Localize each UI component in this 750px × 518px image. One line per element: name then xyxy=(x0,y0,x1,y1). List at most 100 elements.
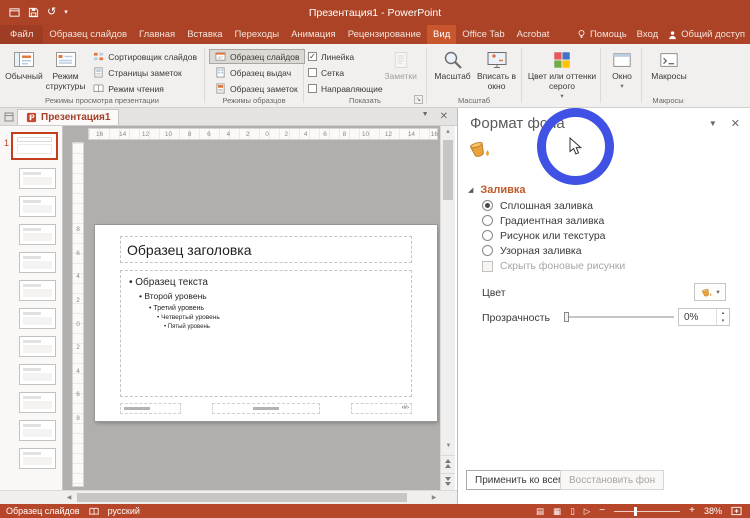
office-tab-menu-icon[interactable] xyxy=(4,112,14,122)
title-placeholder[interactable]: Образец заголовка xyxy=(120,236,412,263)
next-slide-button[interactable] xyxy=(441,473,455,489)
apply-to-all-button[interactable]: Применить ко всем xyxy=(466,470,574,490)
previous-slide-button[interactable] xyxy=(441,455,455,471)
sign-in-button[interactable]: Вход xyxy=(632,25,664,44)
fill-option-4[interactable]: Узорная заливка xyxy=(482,243,606,258)
ribbon-tab-4[interactable]: Переходы xyxy=(229,25,286,44)
fill-section-header[interactable]: ◢ Заливка xyxy=(468,184,526,196)
ribbon-tab-6[interactable]: Рецензирование xyxy=(342,25,427,44)
horizontal-ruler[interactable]: 1614121086420246810121416 xyxy=(88,128,438,140)
slider-thumb[interactable] xyxy=(564,312,569,322)
outline-view-button[interactable]: Режим структуры xyxy=(44,46,87,92)
radio-button-icon[interactable] xyxy=(482,245,493,256)
ribbon-tab-9[interactable]: Acrobat xyxy=(511,25,556,44)
fill-option-3[interactable]: Рисунок или текстура xyxy=(482,228,606,243)
pane-options-icon[interactable]: ▼ xyxy=(709,119,717,128)
body-placeholder[interactable]: • Образец текста • Второй уровень • Третий… xyxy=(120,270,412,397)
color-grayscale-button[interactable]: Цвет или оттенки серого ▾ xyxy=(526,46,598,101)
grid-checkbox[interactable]: Сетка xyxy=(308,65,383,80)
footer-placeholder[interactable] xyxy=(212,403,320,414)
radio-button-icon[interactable] xyxy=(482,215,493,226)
reading-view-button[interactable]: Режим чтения xyxy=(87,81,202,96)
spin-up-icon[interactable]: ▴ xyxy=(717,309,729,317)
zoom-slider[interactable] xyxy=(614,506,680,516)
macros-button[interactable]: Макросы xyxy=(646,46,692,82)
ribbon-tab-2[interactable]: Главная xyxy=(133,25,181,44)
zoom-slider-thumb[interactable] xyxy=(634,507,637,516)
tab-list-dropdown-icon[interactable]: ▼ xyxy=(422,111,429,122)
ribbon-tab-3[interactable]: Вставка xyxy=(181,25,228,44)
hide-background-checkbox[interactable]: Скрыть фоновые рисунки xyxy=(482,260,625,272)
ruler-checkbox[interactable]: ✓ Линейка xyxy=(308,49,383,64)
date-placeholder[interactable] xyxy=(120,403,181,414)
radio-button-icon[interactable] xyxy=(482,200,493,211)
slide-number-placeholder[interactable]: ‹#› xyxy=(351,403,412,414)
slide-master-button[interactable]: Образец слайдов xyxy=(209,49,305,64)
transparency-slider[interactable] xyxy=(564,311,674,323)
fill-option-2[interactable]: Градиентная заливка xyxy=(482,213,606,228)
body-bullet-level-1[interactable]: • Образец текста xyxy=(129,276,407,289)
fit-slide-to-window-icon[interactable] xyxy=(731,506,742,516)
ribbon-tab-1[interactable]: Образец слайдов xyxy=(43,25,133,44)
layout-thumbnail[interactable] xyxy=(19,252,56,273)
scroll-up-icon[interactable]: ▲ xyxy=(441,126,455,138)
file-tab[interactable]: Файл xyxy=(0,25,43,44)
color-picker-button[interactable]: ▾ xyxy=(694,283,726,301)
notes-pages-button[interactable]: Страницы заметок xyxy=(87,65,202,80)
body-bullet-level-5[interactable]: • Пятый уровень xyxy=(164,324,407,332)
scroll-right-icon[interactable]: ▶ xyxy=(428,491,440,504)
status-language[interactable]: русский xyxy=(102,506,146,516)
normal-view-button[interactable]: Обычный xyxy=(4,46,44,82)
undo-icon[interactable]: ↺ xyxy=(47,7,56,18)
handout-master-button[interactable]: Образец выдач xyxy=(209,65,305,80)
ribbon-tab-7[interactable]: Вид xyxy=(427,25,456,44)
app-icon[interactable] xyxy=(9,7,20,18)
notes-master-button[interactable]: Образец заметок xyxy=(209,81,305,96)
layout-thumbnail[interactable] xyxy=(19,420,56,441)
body-bullet-level-2[interactable]: • Второй уровень xyxy=(139,291,407,302)
slide-canvas[interactable]: Образец заголовка • Образец текста • Втор… xyxy=(95,225,437,421)
dialog-launcher-icon[interactable]: ↘ xyxy=(414,95,423,104)
layout-thumbnail[interactable] xyxy=(19,392,56,413)
zoom-in-icon[interactable]: + xyxy=(689,506,695,516)
layout-thumbnail[interactable] xyxy=(19,364,56,385)
fill-option-1[interactable]: Сплошная заливка xyxy=(482,198,606,213)
qat-customize-icon[interactable]: ▾ xyxy=(64,9,68,16)
layout-thumbnail[interactable] xyxy=(19,336,56,357)
notes-button[interactable]: Заметки xyxy=(383,46,419,82)
share-button[interactable]: Общий доступ xyxy=(663,25,750,44)
vertical-scrollbar[interactable]: ▲ ▼ xyxy=(440,126,455,490)
spin-down-icon[interactable]: ▾ xyxy=(717,317,729,325)
vertical-scrollbar-thumb[interactable] xyxy=(443,140,453,200)
reading-view-status-icon[interactable]: ▯ xyxy=(570,507,575,516)
spellcheck-book-icon[interactable] xyxy=(86,507,102,516)
body-bullet-level-3[interactable]: • Третий уровень xyxy=(149,304,407,313)
horizontal-scrollbar[interactable]: ◀ ▶ xyxy=(63,490,440,504)
body-bullet-level-4[interactable]: • Четвертый уровень xyxy=(157,314,407,322)
ribbon-tab-8[interactable]: Office Tab xyxy=(456,25,510,44)
zoom-percentage[interactable]: 38% xyxy=(704,506,722,516)
tab-close-icon[interactable]: ✕ xyxy=(440,111,448,122)
scroll-left-icon[interactable]: ◀ xyxy=(63,491,75,504)
layout-thumbnail[interactable] xyxy=(19,448,56,469)
reset-background-button[interactable]: Восстановить фон xyxy=(560,470,664,490)
transparency-spinner[interactable]: 0% ▴ ▾ xyxy=(678,308,730,326)
slideshow-status-icon[interactable]: ▷ xyxy=(584,507,591,516)
save-icon[interactable] xyxy=(28,7,39,18)
scroll-down-icon[interactable]: ▼ xyxy=(441,440,456,452)
zoom-out-icon[interactable]: − xyxy=(599,506,605,516)
vertical-ruler[interactable]: 864202468 xyxy=(72,142,84,487)
status-view-label[interactable]: Образец слайдов xyxy=(0,506,86,516)
guides-checkbox[interactable]: Направляющие xyxy=(308,81,383,96)
slide-sorter-status-icon[interactable]: ▦ xyxy=(553,507,561,516)
fit-to-window-button[interactable]: Вписать в окно xyxy=(474,46,519,92)
ribbon-tab-5[interactable]: Анимация xyxy=(285,25,342,44)
layout-thumbnail[interactable] xyxy=(19,308,56,329)
document-tab[interactable]: Презентация1 xyxy=(17,109,119,125)
zoom-button[interactable]: Масштаб xyxy=(431,46,474,82)
layout-thumbnail[interactable] xyxy=(19,196,56,217)
help-tab[interactable]: Помощь xyxy=(572,25,632,44)
layout-thumbnail[interactable] xyxy=(19,168,56,189)
window-button[interactable]: Окно ▾ xyxy=(605,46,639,91)
layout-thumbnail[interactable] xyxy=(19,280,56,301)
